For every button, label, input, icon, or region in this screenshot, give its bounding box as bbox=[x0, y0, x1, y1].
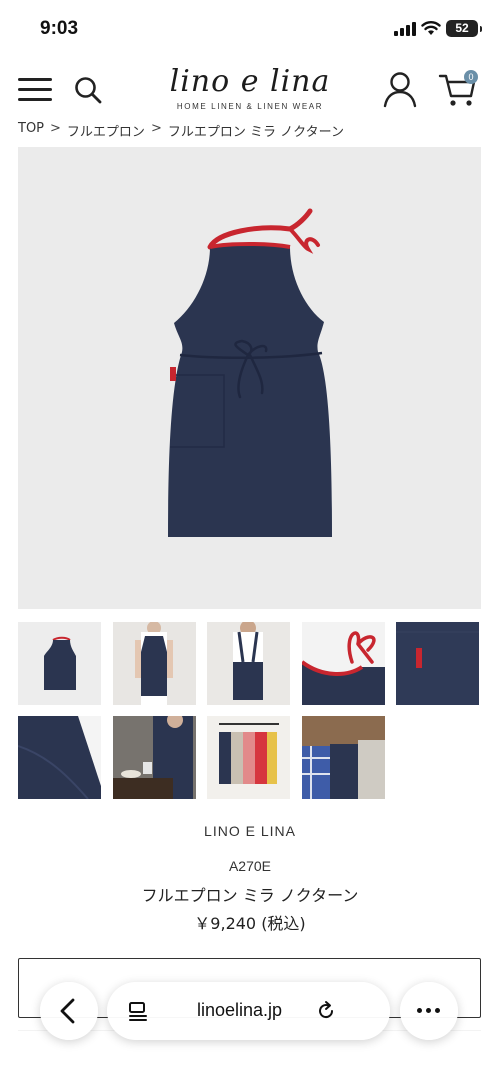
product-brand: LINO E LINA bbox=[204, 823, 296, 839]
breadcrumb-item-top[interactable]: TOP bbox=[18, 121, 44, 141]
status-bar: 9:03 52 bbox=[0, 0, 500, 56]
user-icon[interactable] bbox=[382, 70, 418, 108]
breadcrumb-separator: > bbox=[50, 121, 61, 136]
label-detail-image bbox=[396, 622, 479, 705]
thumbnail-5[interactable] bbox=[396, 622, 479, 705]
breadcrumb-separator: > bbox=[150, 121, 162, 136]
logo-tagline: HOME LINEN & LINEN WEAR bbox=[176, 102, 324, 111]
thumbnail-9[interactable] bbox=[302, 716, 385, 799]
thumbnail-1[interactable] bbox=[18, 622, 101, 705]
tab-overview-icon[interactable] bbox=[127, 1000, 149, 1022]
site-header: lino e lina HOME LINEN & LINEN WEAR 0 bbox=[0, 60, 500, 120]
color-variations-image bbox=[219, 723, 279, 784]
battery-indicator: 52 bbox=[446, 20, 482, 37]
back-icon bbox=[60, 998, 75, 1024]
apron-thumbnail-image bbox=[44, 636, 76, 690]
url-text[interactable]: linoelina.jp bbox=[197, 1000, 282, 1021]
menu-icon[interactable] bbox=[18, 78, 52, 102]
status-time: 9:03 bbox=[40, 18, 79, 39]
thumbnail-4[interactable] bbox=[302, 622, 385, 705]
lifestyle-kitchen-image bbox=[113, 716, 196, 799]
thumbnail-6[interactable] bbox=[18, 716, 101, 799]
main-product-image[interactable] bbox=[18, 147, 481, 609]
signal-icon bbox=[394, 22, 416, 36]
thumbnail-8[interactable] bbox=[207, 716, 290, 799]
product-price: ￥9,240 (税込) bbox=[194, 914, 306, 933]
fabric-detail-image bbox=[18, 716, 101, 799]
search-icon[interactable] bbox=[73, 75, 103, 105]
thumbnail-3[interactable] bbox=[207, 622, 290, 705]
strap-detail-image bbox=[302, 631, 385, 705]
wifi-icon bbox=[421, 21, 441, 35]
reload-icon[interactable] bbox=[315, 1000, 337, 1022]
cart-count-badge: 0 bbox=[464, 70, 478, 84]
breadcrumb: TOP > フルエプロン > フルエプロン ミラ ノクターン bbox=[18, 121, 344, 141]
breadcrumb-item-current: フルエプロン ミラ ノクターン bbox=[167, 125, 344, 140]
apron-illustration bbox=[168, 208, 332, 537]
product-name: フルエプロン ミラ ノクターン bbox=[141, 886, 359, 905]
more-button[interactable] bbox=[400, 982, 458, 1040]
product-sku: A270E bbox=[228, 858, 272, 874]
model-back-image bbox=[233, 622, 263, 700]
pattern-variations-image bbox=[302, 716, 385, 799]
thumbnail-7[interactable] bbox=[113, 716, 196, 799]
thumbnail-2[interactable] bbox=[113, 622, 196, 705]
breadcrumb-item-category[interactable]: フルエプロン bbox=[67, 121, 145, 141]
logo-wordmark: lino e lina bbox=[169, 64, 331, 99]
back-button[interactable] bbox=[40, 982, 98, 1040]
address-bar[interactable]: linoelina.jp bbox=[107, 982, 390, 1040]
more-icon bbox=[417, 1008, 441, 1014]
model-front-image bbox=[135, 622, 173, 705]
site-logo[interactable]: lino e lina HOME LINEN & LINEN WEAR bbox=[160, 64, 340, 111]
